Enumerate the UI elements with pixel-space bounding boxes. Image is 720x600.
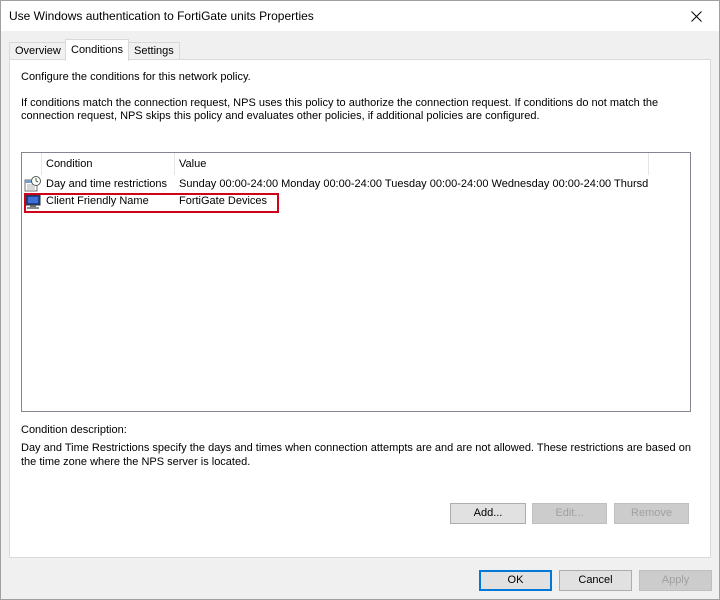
close-icon — [690, 10, 702, 22]
condition-description-text: Day and Time Restrictions specify the da… — [21, 442, 691, 468]
apply-button[interactable]: Apply — [639, 570, 712, 591]
tab-conditions[interactable]: Conditions — [65, 39, 129, 61]
row-value: FortiGate Devices — [179, 195, 268, 207]
column-header-value[interactable]: Value — [175, 153, 649, 175]
list-header-icon-col — [22, 153, 42, 175]
row-condition: Day and time restrictions — [46, 178, 168, 190]
table-row[interactable]: Client Friendly Name FortiGate Devices — [22, 193, 690, 210]
conditions-panel: Configure the conditions for this networ… — [9, 59, 711, 558]
close-button[interactable] — [673, 1, 719, 31]
list-header: Condition Value — [22, 153, 690, 175]
tab-conditions-label: Conditions — [71, 44, 123, 56]
computer-monitor-icon — [25, 194, 41, 209]
row-value: Sunday 00:00-24:00 Monday 00:00-24:00 Tu… — [179, 178, 649, 190]
conditions-list[interactable]: Condition Value Day and time restriction… — [21, 152, 691, 412]
column-header-condition[interactable]: Condition — [42, 153, 175, 175]
condition-description-label: Condition description: — [21, 424, 127, 436]
ok-button[interactable]: OK — [479, 570, 552, 591]
cancel-button[interactable]: Cancel — [559, 570, 632, 591]
add-button[interactable]: Add... — [450, 503, 526, 524]
conditions-intro: Configure the conditions for this networ… — [21, 71, 251, 83]
table-row[interactable]: Day and time restrictions Sunday 00:00-2… — [22, 176, 690, 193]
tab-settings[interactable]: Settings — [128, 42, 180, 60]
remove-button[interactable]: Remove — [614, 503, 689, 524]
row-condition: Client Friendly Name — [46, 195, 149, 207]
clock-calendar-icon — [24, 176, 41, 192]
properties-dialog: Use Windows authentication to FortiGate … — [0, 0, 720, 600]
edit-button[interactable]: Edit... — [532, 503, 607, 524]
tab-settings-label: Settings — [134, 45, 174, 57]
tab-overview-label: Overview — [15, 45, 61, 57]
title-bar[interactable]: Use Windows authentication to FortiGate … — [1, 1, 719, 31]
window-title: Use Windows authentication to FortiGate … — [9, 9, 314, 23]
conditions-explanation: If conditions match the connection reque… — [21, 97, 659, 122]
tab-overview[interactable]: Overview — [9, 42, 67, 60]
